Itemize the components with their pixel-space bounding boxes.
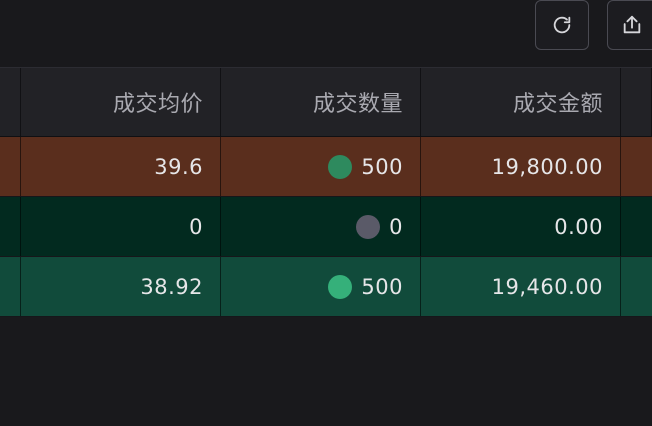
table-header-row: 成交均价 成交数量 成交金额: [0, 68, 652, 137]
header-avg-price[interactable]: 成交均价: [21, 68, 221, 136]
toolbar: [0, 0, 652, 68]
quantity-cell: 0: [221, 197, 421, 256]
header-amount[interactable]: 成交金额: [421, 68, 621, 136]
quantity-value: 500: [361, 154, 403, 179]
order-history-panel: 成交均价 成交数量 成交金额 39.6 500 19,800.00 0 0 0.…: [0, 0, 652, 426]
row-cell-prev: [0, 137, 21, 196]
header-cell-prev: [0, 68, 21, 136]
row-cell-prev: [0, 197, 21, 256]
quantity-value: 0: [389, 214, 403, 239]
quantity-cell: 500: [221, 257, 421, 316]
amount-cell: 19,800.00: [421, 137, 621, 196]
header-cell-next: [621, 68, 652, 136]
row-cell-prev: [0, 257, 21, 316]
avg-price-cell: 0: [21, 197, 221, 256]
export-icon: [623, 15, 641, 34]
header-quantity[interactable]: 成交数量: [221, 68, 421, 136]
row-cell-next: [621, 257, 652, 316]
row-cell-next: [621, 197, 652, 256]
row-cell-next: [621, 137, 652, 196]
quantity-value: 500: [361, 274, 403, 299]
status-dot-icon: [328, 154, 353, 179]
status-dot-icon: [356, 214, 381, 239]
table-row[interactable]: 0 0 0.00: [0, 197, 652, 257]
avg-price-cell: 38.92: [21, 257, 221, 316]
table-row[interactable]: 39.6 500 19,800.00: [0, 137, 652, 197]
export-button[interactable]: [607, 0, 652, 50]
avg-price-cell: 39.6: [21, 137, 221, 196]
amount-cell: 0.00: [421, 197, 621, 256]
table-row[interactable]: 38.92 500 19,460.00: [0, 257, 652, 317]
amount-cell: 19,460.00: [421, 257, 621, 316]
trade-table: 成交均价 成交数量 成交金额 39.6 500 19,800.00 0 0 0.…: [0, 68, 652, 317]
status-dot-icon: [328, 274, 353, 299]
refresh-button[interactable]: [535, 0, 589, 50]
quantity-cell: 500: [221, 137, 421, 196]
refresh-icon: [553, 16, 571, 34]
